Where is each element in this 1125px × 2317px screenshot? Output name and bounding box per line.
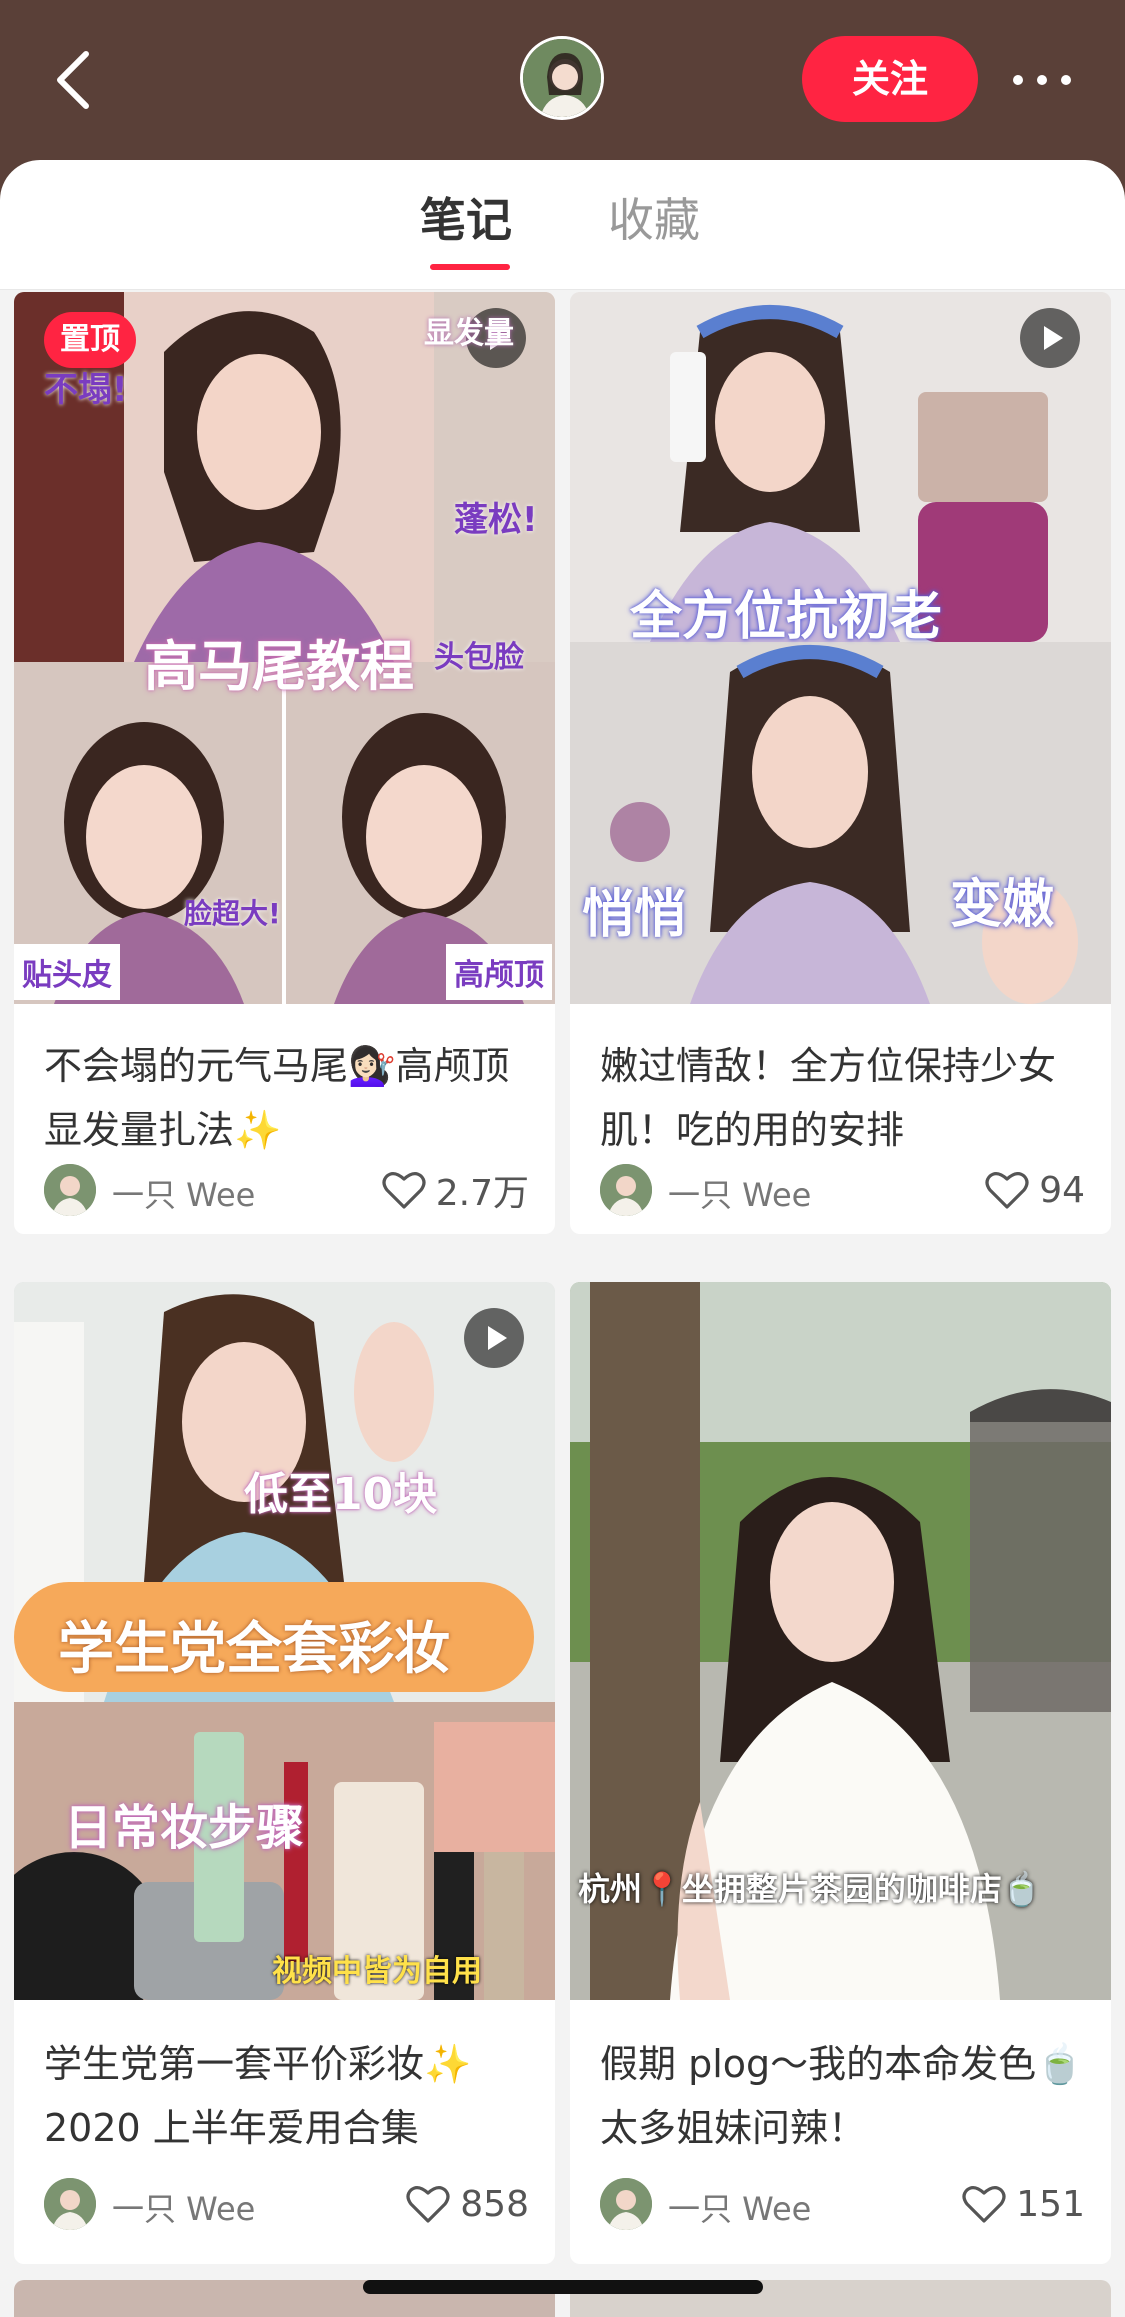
like-count: 151 [1016,2183,1085,2225]
like-button[interactable]: 94 [985,1166,1085,1214]
author-avatar[interactable] [44,2178,96,2230]
note-meta: 一只 Wee 94 [600,1162,1085,1218]
pinned-badge: 置顶 [44,312,136,368]
cover-text: 变嫩 [950,875,1055,935]
back-icon[interactable] [48,48,108,112]
cover-text: 脸超大! [184,897,281,930]
like-button[interactable]: 858 [406,2180,529,2228]
note-cover-image: 全方位抗初老 悄悄 变嫩 [570,292,1111,1004]
author-avatar[interactable] [600,2178,652,2230]
video-play-icon [464,1308,524,1368]
cover-text: 悄悄 [582,885,687,945]
tab-bar: 笔记 收藏 [0,160,1125,290]
author-avatar[interactable] [44,1164,96,1216]
author-name[interactable]: 一只 Wee [112,1170,255,1216]
follow-button[interactable]: 关注 [802,36,978,122]
note-cover-image: 杭州📍坐拥整片茶园的咖啡店🍵 [570,1282,1111,2000]
note-title: 嫩过情敌！全方位保持少女肌！吃的用的安排 [600,1044,1057,1152]
cover-text: 学生党全套彩妆 [58,1617,450,1682]
note-card[interactable]: 置顶 显发量 不塌! 蓬松! 高马尾教程 头包脸 脸超大! 贴头皮 高颅顶 不会… [14,292,555,1234]
heart-icon [962,2186,1006,2223]
note-card[interactable]: 低至10块 学生党全套彩妆 日常妆步骤 视频中皆为自用 学生党第一套平价彩妆✨ … [14,1282,555,2264]
note-title: 不会塌的元气马尾💇🏻‍♀️高颅顶显发量扎法✨ [44,1044,510,1152]
like-button[interactable]: 2.7万 [382,1166,529,1214]
author-name[interactable]: 一只 Wee [668,2184,811,2230]
cover-text: 头包脸 [434,640,524,675]
heart-icon [985,1172,1029,1209]
like-count: 858 [460,2183,529,2225]
cover-text: 显发量 [424,316,514,351]
home-indicator[interactable] [363,2280,763,2294]
video-play-icon [1020,308,1080,368]
active-tab-indicator [430,264,510,270]
note-cover-image: 低至10块 学生党全套彩妆 日常妆步骤 视频中皆为自用 [14,1282,555,2000]
tab-favorites[interactable]: 收藏 [608,190,700,250]
note-cover-image: 置顶 显发量 不塌! 蓬松! 高马尾教程 头包脸 脸超大! 贴头皮 高颅顶 [14,292,555,1004]
cover-text: 低至10块 [244,1469,438,1520]
heart-icon [382,1172,426,1209]
cover-text: 贴头皮 [14,944,120,1000]
like-count: 94 [1039,1169,1085,1211]
note-meta: 一只 Wee 2.7万 [44,1162,529,1218]
cover-text: 视频中皆为自用 [272,1954,482,1989]
cover-text: 蓬松! [454,500,538,540]
note-title: 学生党第一套平价彩妆✨ 2020 上半年爱用合集 [44,2042,472,2150]
author-name[interactable]: 一只 Wee [668,1170,811,1216]
more-options-icon[interactable] [1006,60,1078,100]
like-button[interactable]: 151 [962,2180,1085,2228]
cover-text: 不塌! [44,370,128,410]
like-count: 2.7万 [435,1173,529,1214]
cover-text: 杭州📍坐拥整片茶园的咖啡店🍵 [578,1870,1042,1908]
heart-icon [406,2186,450,2223]
note-title: 假期 plog～我的本命发色🍵 太多姐妹问辣！ [600,2042,1084,2150]
note-card[interactable]: 全方位抗初老 悄悄 变嫩 嫩过情敌！全方位保持少女肌！吃的用的安排 一只 Wee… [570,292,1111,1234]
cover-text: 高马尾教程 [144,635,414,698]
cover-text: 日常妆步骤 [64,1800,305,1856]
note-card[interactable]: 杭州📍坐拥整片茶园的咖啡店🍵 假期 plog～我的本命发色🍵 太多姐妹问辣！ 一… [570,1282,1111,2264]
author-name[interactable]: 一只 Wee [112,2184,255,2230]
avatar[interactable] [520,36,604,120]
note-meta: 一只 Wee 858 [44,2176,529,2232]
author-avatar[interactable] [600,1164,652,1216]
note-meta: 一只 Wee 151 [600,2176,1085,2232]
cover-text: 全方位抗初老 [630,587,943,647]
tab-notes[interactable]: 笔记 [420,190,512,250]
cover-text: 高颅顶 [446,944,552,1000]
